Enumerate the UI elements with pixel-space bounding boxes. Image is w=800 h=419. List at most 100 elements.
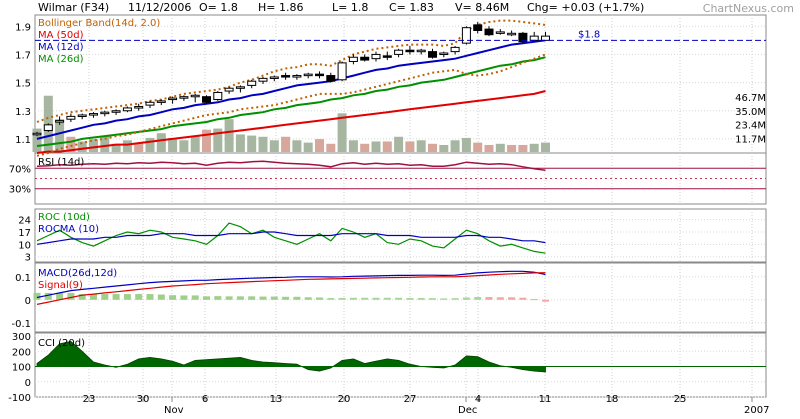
panel-frame-0 xyxy=(34,14,767,154)
x-tick-label: 13 xyxy=(270,394,283,405)
price-tick-label: 1.1 xyxy=(15,135,31,146)
candle xyxy=(122,107,132,112)
x-tick-label: 4 xyxy=(475,394,481,405)
macd-histogram-bar xyxy=(214,296,222,300)
macd-histogram-bar xyxy=(146,294,154,300)
macd-histogram-bar xyxy=(259,296,267,300)
candle xyxy=(247,80,257,86)
volume-bar xyxy=(416,140,426,152)
volume-bar xyxy=(439,144,449,152)
macd-tick-label: 0 xyxy=(25,296,31,307)
macd-histogram-bar xyxy=(395,297,403,300)
price-legend-item: MA (12d) xyxy=(38,42,84,53)
macd-histogram-bar xyxy=(417,297,425,300)
macd-histogram-bar xyxy=(451,298,459,300)
volume-bar xyxy=(202,129,211,152)
volume-tick-label: 11.7M xyxy=(735,134,766,145)
candle xyxy=(360,56,370,61)
roc-tick-label: 24 xyxy=(18,216,31,227)
macd-histogram-bar xyxy=(293,296,301,300)
volume-bar xyxy=(258,136,268,152)
candle xyxy=(111,110,121,113)
cci-tick-label: 200 xyxy=(12,347,31,358)
volume-bar xyxy=(247,135,257,152)
x-tick-label: 27 xyxy=(404,394,417,405)
volume-bar xyxy=(371,141,381,152)
volume-bar xyxy=(461,137,471,152)
macd-histogram-bar xyxy=(327,297,335,300)
macd-histogram-bar xyxy=(372,297,380,300)
macd-histogram-bar xyxy=(440,298,448,300)
volume-bar xyxy=(190,135,200,152)
candle xyxy=(315,73,324,77)
macd-histogram-bar xyxy=(316,297,323,300)
candle xyxy=(32,132,42,136)
candle xyxy=(507,32,517,36)
candle xyxy=(416,49,426,53)
volume-bar xyxy=(235,134,245,152)
candle xyxy=(190,94,200,98)
macd-tick-label: 0.1 xyxy=(15,273,31,284)
header-close: C= 1.83 xyxy=(389,1,434,14)
candle xyxy=(541,35,550,41)
cci-tick-label: -100 xyxy=(8,393,31,404)
price-legend-item: MA (50d) xyxy=(38,30,84,41)
watermark: ChartNexus.com xyxy=(702,2,794,15)
volume-bar xyxy=(507,144,517,152)
candle xyxy=(202,96,211,103)
macd-histogram-bar xyxy=(157,294,165,300)
chart-title: Wilmar (F34) xyxy=(38,1,110,14)
candle xyxy=(382,55,392,58)
x-tick-label: 18 xyxy=(606,394,619,405)
price-tick-label: 1.3 xyxy=(15,107,31,118)
header-volume: V= 8.46M xyxy=(455,1,510,14)
x-tick-label: 11 xyxy=(539,394,552,405)
volume-bar xyxy=(382,141,392,152)
price-tick-label: 1.9 xyxy=(15,22,31,33)
candle xyxy=(281,75,291,78)
roc-tick-label: 17 xyxy=(18,228,31,239)
macd-histogram-bar xyxy=(429,298,436,300)
volume-bar xyxy=(269,140,279,152)
macd-histogram-bar xyxy=(67,292,75,300)
header-low: L= 1.8 xyxy=(332,1,369,14)
macd-histogram-bar xyxy=(112,294,120,300)
candle xyxy=(473,24,483,31)
header-high: H= 1.86 xyxy=(258,1,304,14)
volume-bar xyxy=(541,142,550,152)
volume-bar xyxy=(529,143,539,152)
macd-histogram-bar xyxy=(225,296,233,300)
x-tick-label: 2007 xyxy=(744,405,769,416)
header-date: 11/12/2006 xyxy=(128,1,192,14)
header-open: O= 1.8 xyxy=(199,1,238,14)
volume-bar xyxy=(281,136,291,152)
candle xyxy=(529,35,539,41)
cci-tick-label: 0 xyxy=(25,378,31,389)
candle xyxy=(484,28,494,36)
macd-histogram-bar xyxy=(33,292,41,300)
macd-histogram-bar xyxy=(169,295,177,300)
macd-histogram-bar xyxy=(270,296,278,300)
roc-tick-label: 10 xyxy=(18,240,31,251)
candle xyxy=(156,100,166,103)
price-legend-item: Bollinger Band(14d, 2.0) xyxy=(38,18,160,29)
rsi-tick-label: 70% xyxy=(9,164,31,175)
volume-bar xyxy=(224,119,234,152)
candle xyxy=(224,87,234,92)
x-tick-label: 30 xyxy=(137,394,150,405)
volume-bar xyxy=(348,140,358,152)
header-change: Chg= +0.03 (+1.7%) xyxy=(527,1,645,14)
volume-bar xyxy=(292,140,302,152)
volume-bar xyxy=(122,140,132,152)
macd-histogram-bar xyxy=(383,297,391,300)
macd-tick-label: -0.1 xyxy=(11,319,31,330)
candle xyxy=(439,52,449,56)
candle xyxy=(269,76,279,79)
macd-histogram-bar xyxy=(349,297,357,300)
macd-histogram-bar xyxy=(496,297,504,300)
macd-histogram-bar xyxy=(248,296,256,300)
roc-legend-item: ROC (10d) xyxy=(38,212,90,223)
macd-histogram-bar xyxy=(406,297,414,300)
candle xyxy=(348,56,358,62)
candle xyxy=(326,75,336,82)
